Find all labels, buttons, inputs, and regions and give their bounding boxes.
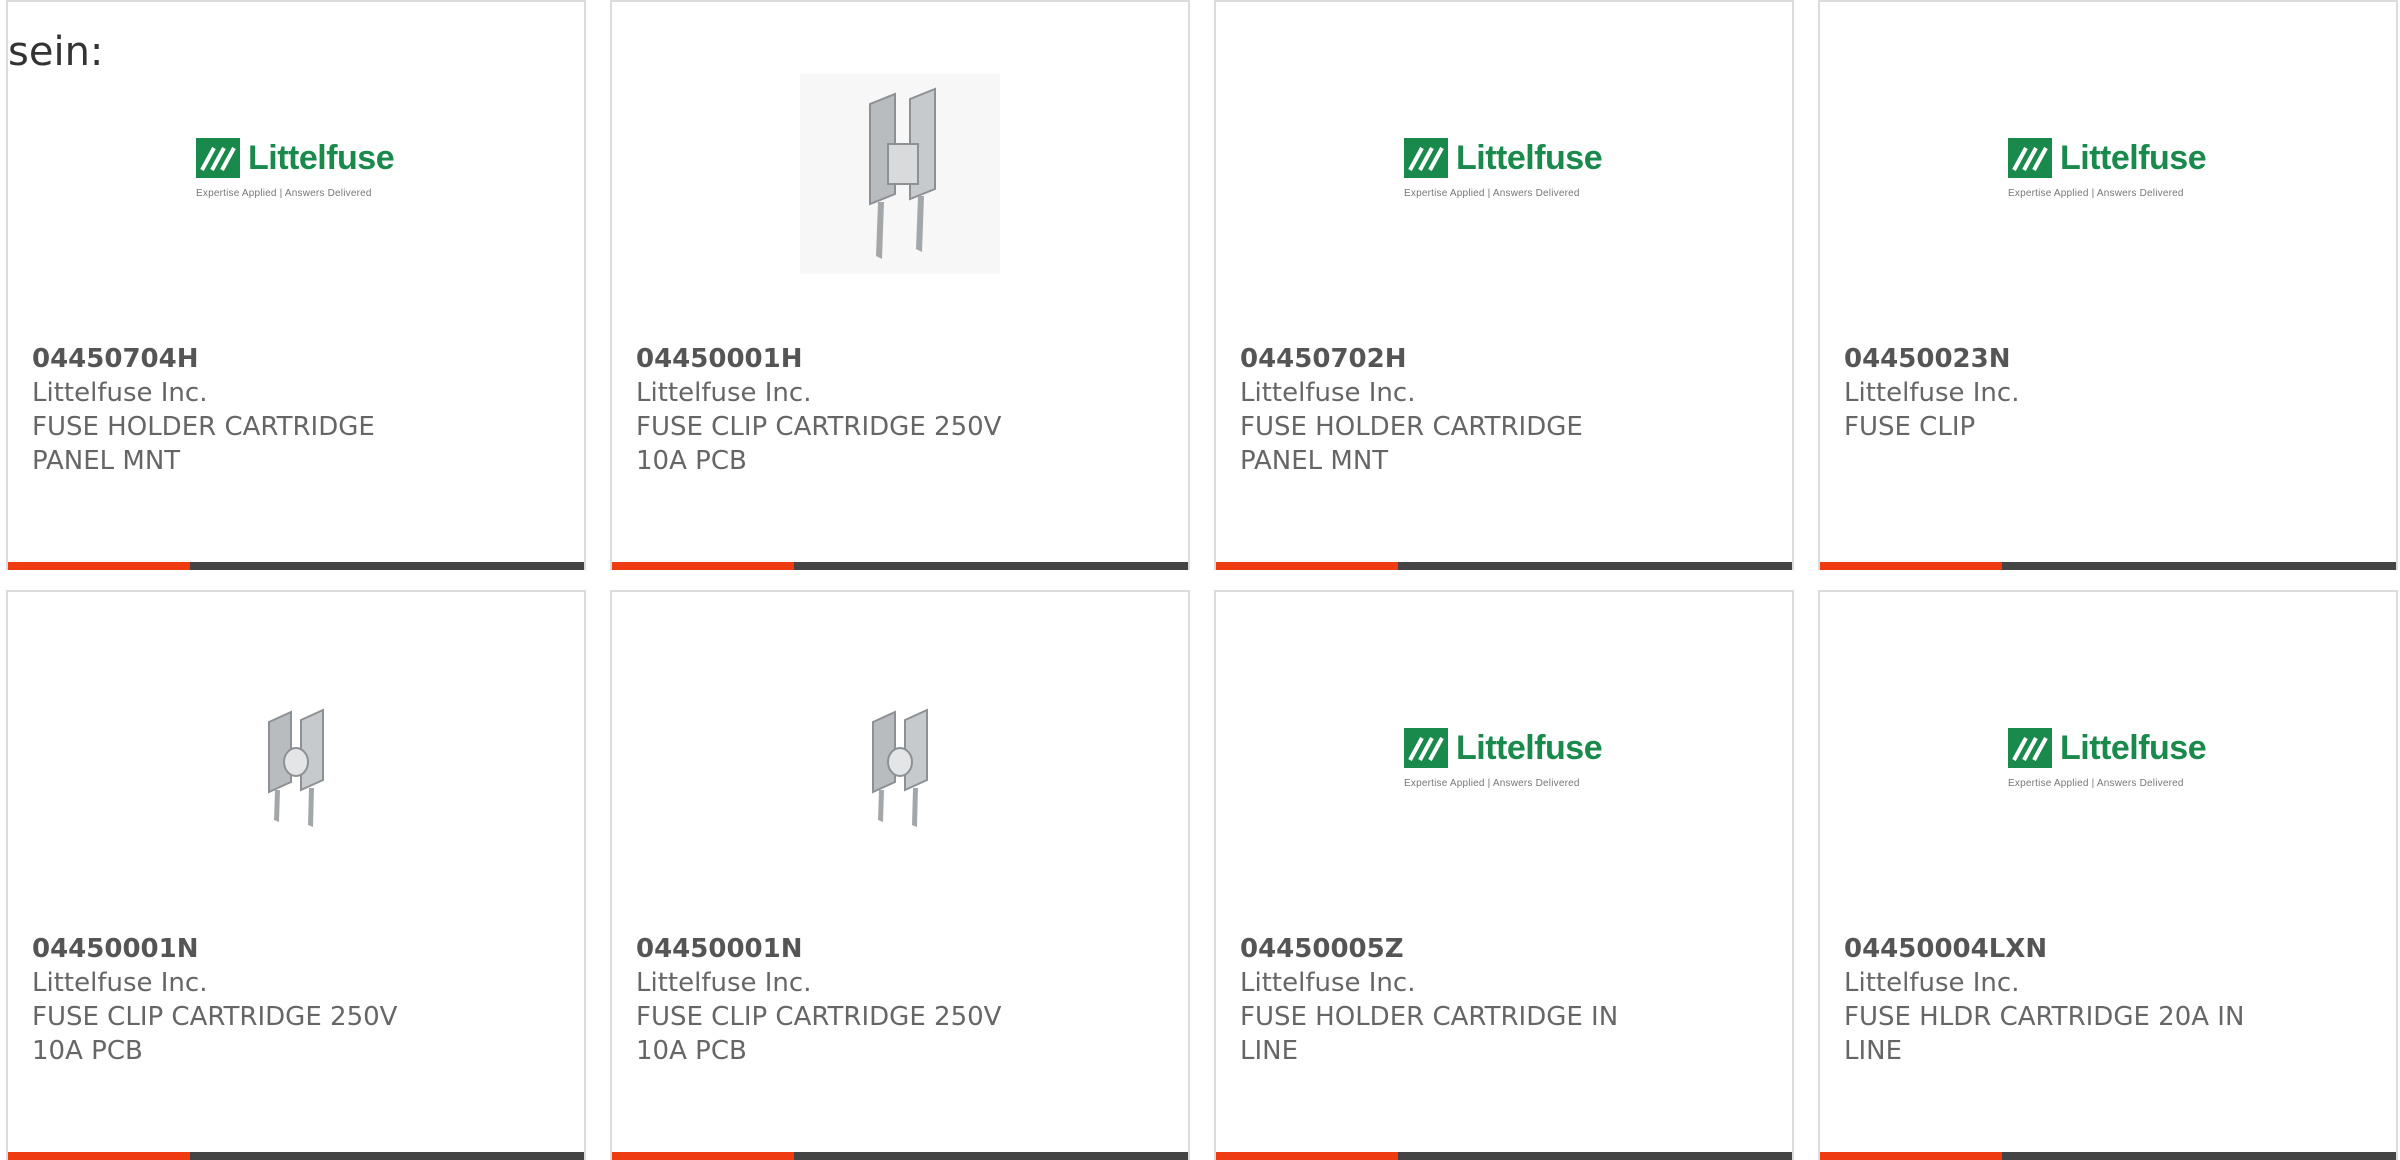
littelfuse-mark-icon [196,138,240,178]
part-number[interactable]: 04450001H [636,342,803,376]
product-image[interactable]: Littelfuse Expertise Applied | Answers D… [1216,2,1792,332]
card-bar [612,1152,1188,1160]
product-image[interactable] [612,592,1188,922]
card-bar-accent [1216,562,1398,570]
product-image[interactable] [8,592,584,922]
card-bar [1820,1152,2396,1160]
card-bar-accent [1820,562,2002,570]
product-card[interactable]: Littelfuse Expertise Applied | Answers D… [1818,590,2398,1160]
product-card[interactable]: Littelfuse Expertise Applied | Answers D… [1214,0,1794,570]
manufacturer: Littelfuse Inc. [636,968,812,998]
part-number[interactable]: 04450023N [1844,342,2011,376]
product-card[interactable]: 04450001N Littelfuse Inc. FUSE CLIP CART… [6,590,586,1160]
card-bar [8,1152,584,1160]
card-bar-accent [612,562,794,570]
manufacturer: Littelfuse Inc. [32,378,208,408]
manufacturer: Littelfuse Inc. [1844,378,2020,408]
manufacturer: Littelfuse Inc. [1240,378,1416,408]
card-bar-accent [8,1152,190,1160]
part-number[interactable]: 04450702H [1240,342,1407,376]
card-bar [1216,562,1792,570]
littelfuse-logo: Littelfuse Expertise Applied | Answers D… [1404,138,1603,199]
part-number[interactable]: 04450704H [32,342,199,376]
littelfuse-mark-icon [1404,138,1448,178]
card-bar-accent [1216,1152,1398,1160]
card-bar [1820,562,2396,570]
littelfuse-logo: Littelfuse Expertise Applied | Answers D… [2008,728,2207,789]
product-card[interactable]: Littelfuse Expertise Applied | Answers D… [1818,0,2398,570]
manufacturer: Littelfuse Inc. [32,968,208,998]
intro-text: sein: [8,29,104,75]
description: FUSE HOLDER CARTRIDGE PANEL MNT [32,412,375,476]
description: FUSE CLIP CARTRIDGE 250V 10A PCB [636,412,1002,476]
littelfuse-logo: Littelfuse Expertise Applied | Answers D… [1404,728,1603,789]
product-image[interactable] [612,2,1188,332]
manufacturer: Littelfuse Inc. [1240,968,1416,998]
description: FUSE CLIP [1844,412,1976,442]
manufacturer: Littelfuse Inc. [636,378,812,408]
product-grid: Littelfuse Expertise Applied | Answers D… [0,0,2400,1160]
description: FUSE HOLDER CARTRIDGE PANEL MNT [1240,412,1583,476]
card-bar [1216,1152,1792,1160]
fuse-clip-small-photo [268,708,324,827]
fuse-clip-small-photo [872,708,928,827]
card-bar-accent [612,1152,794,1160]
product-card[interactable]: Littelfuse Expertise Applied | Answers D… [1214,590,1794,1160]
manufacturer: Littelfuse Inc. [1844,968,2020,998]
littelfuse-mark-icon [1404,728,1448,768]
product-image[interactable]: Littelfuse Expertise Applied | Answers D… [1216,592,1792,922]
card-bar [8,562,584,570]
part-number[interactable]: 04450005Z [1240,932,1404,966]
littelfuse-mark-icon [2008,138,2052,178]
fuse-clip-photo [800,74,1000,274]
littelfuse-mark-icon [2008,728,2052,768]
description: FUSE HLDR CARTRIDGE 20A IN LINE [1844,1002,2245,1066]
product-card[interactable]: Littelfuse Expertise Applied | Answers D… [6,0,586,570]
description: FUSE CLIP CARTRIDGE 250V 10A PCB [636,1002,1002,1066]
product-card[interactable]: 04450001N Littelfuse Inc. FUSE CLIP CART… [610,590,1190,1160]
description: FUSE CLIP CARTRIDGE 250V 10A PCB [32,1002,398,1066]
part-number[interactable]: 04450001N [636,932,803,966]
part-number[interactable]: 04450004LXN [1844,932,2047,966]
product-image[interactable]: Littelfuse Expertise Applied | Answers D… [1820,592,2396,922]
product-card[interactable]: 04450001H Littelfuse Inc. FUSE CLIP CART… [610,0,1190,570]
product-image[interactable]: Littelfuse Expertise Applied | Answers D… [1820,2,2396,332]
littelfuse-logo: Littelfuse Expertise Applied | Answers D… [196,138,395,199]
littelfuse-logo: Littelfuse Expertise Applied | Answers D… [2008,138,2207,199]
card-bar-accent [8,562,190,570]
part-number[interactable]: 04450001N [32,932,199,966]
description: FUSE HOLDER CARTRIDGE IN LINE [1240,1002,1619,1066]
card-bar-accent [1820,1152,2002,1160]
card-bar [612,562,1188,570]
